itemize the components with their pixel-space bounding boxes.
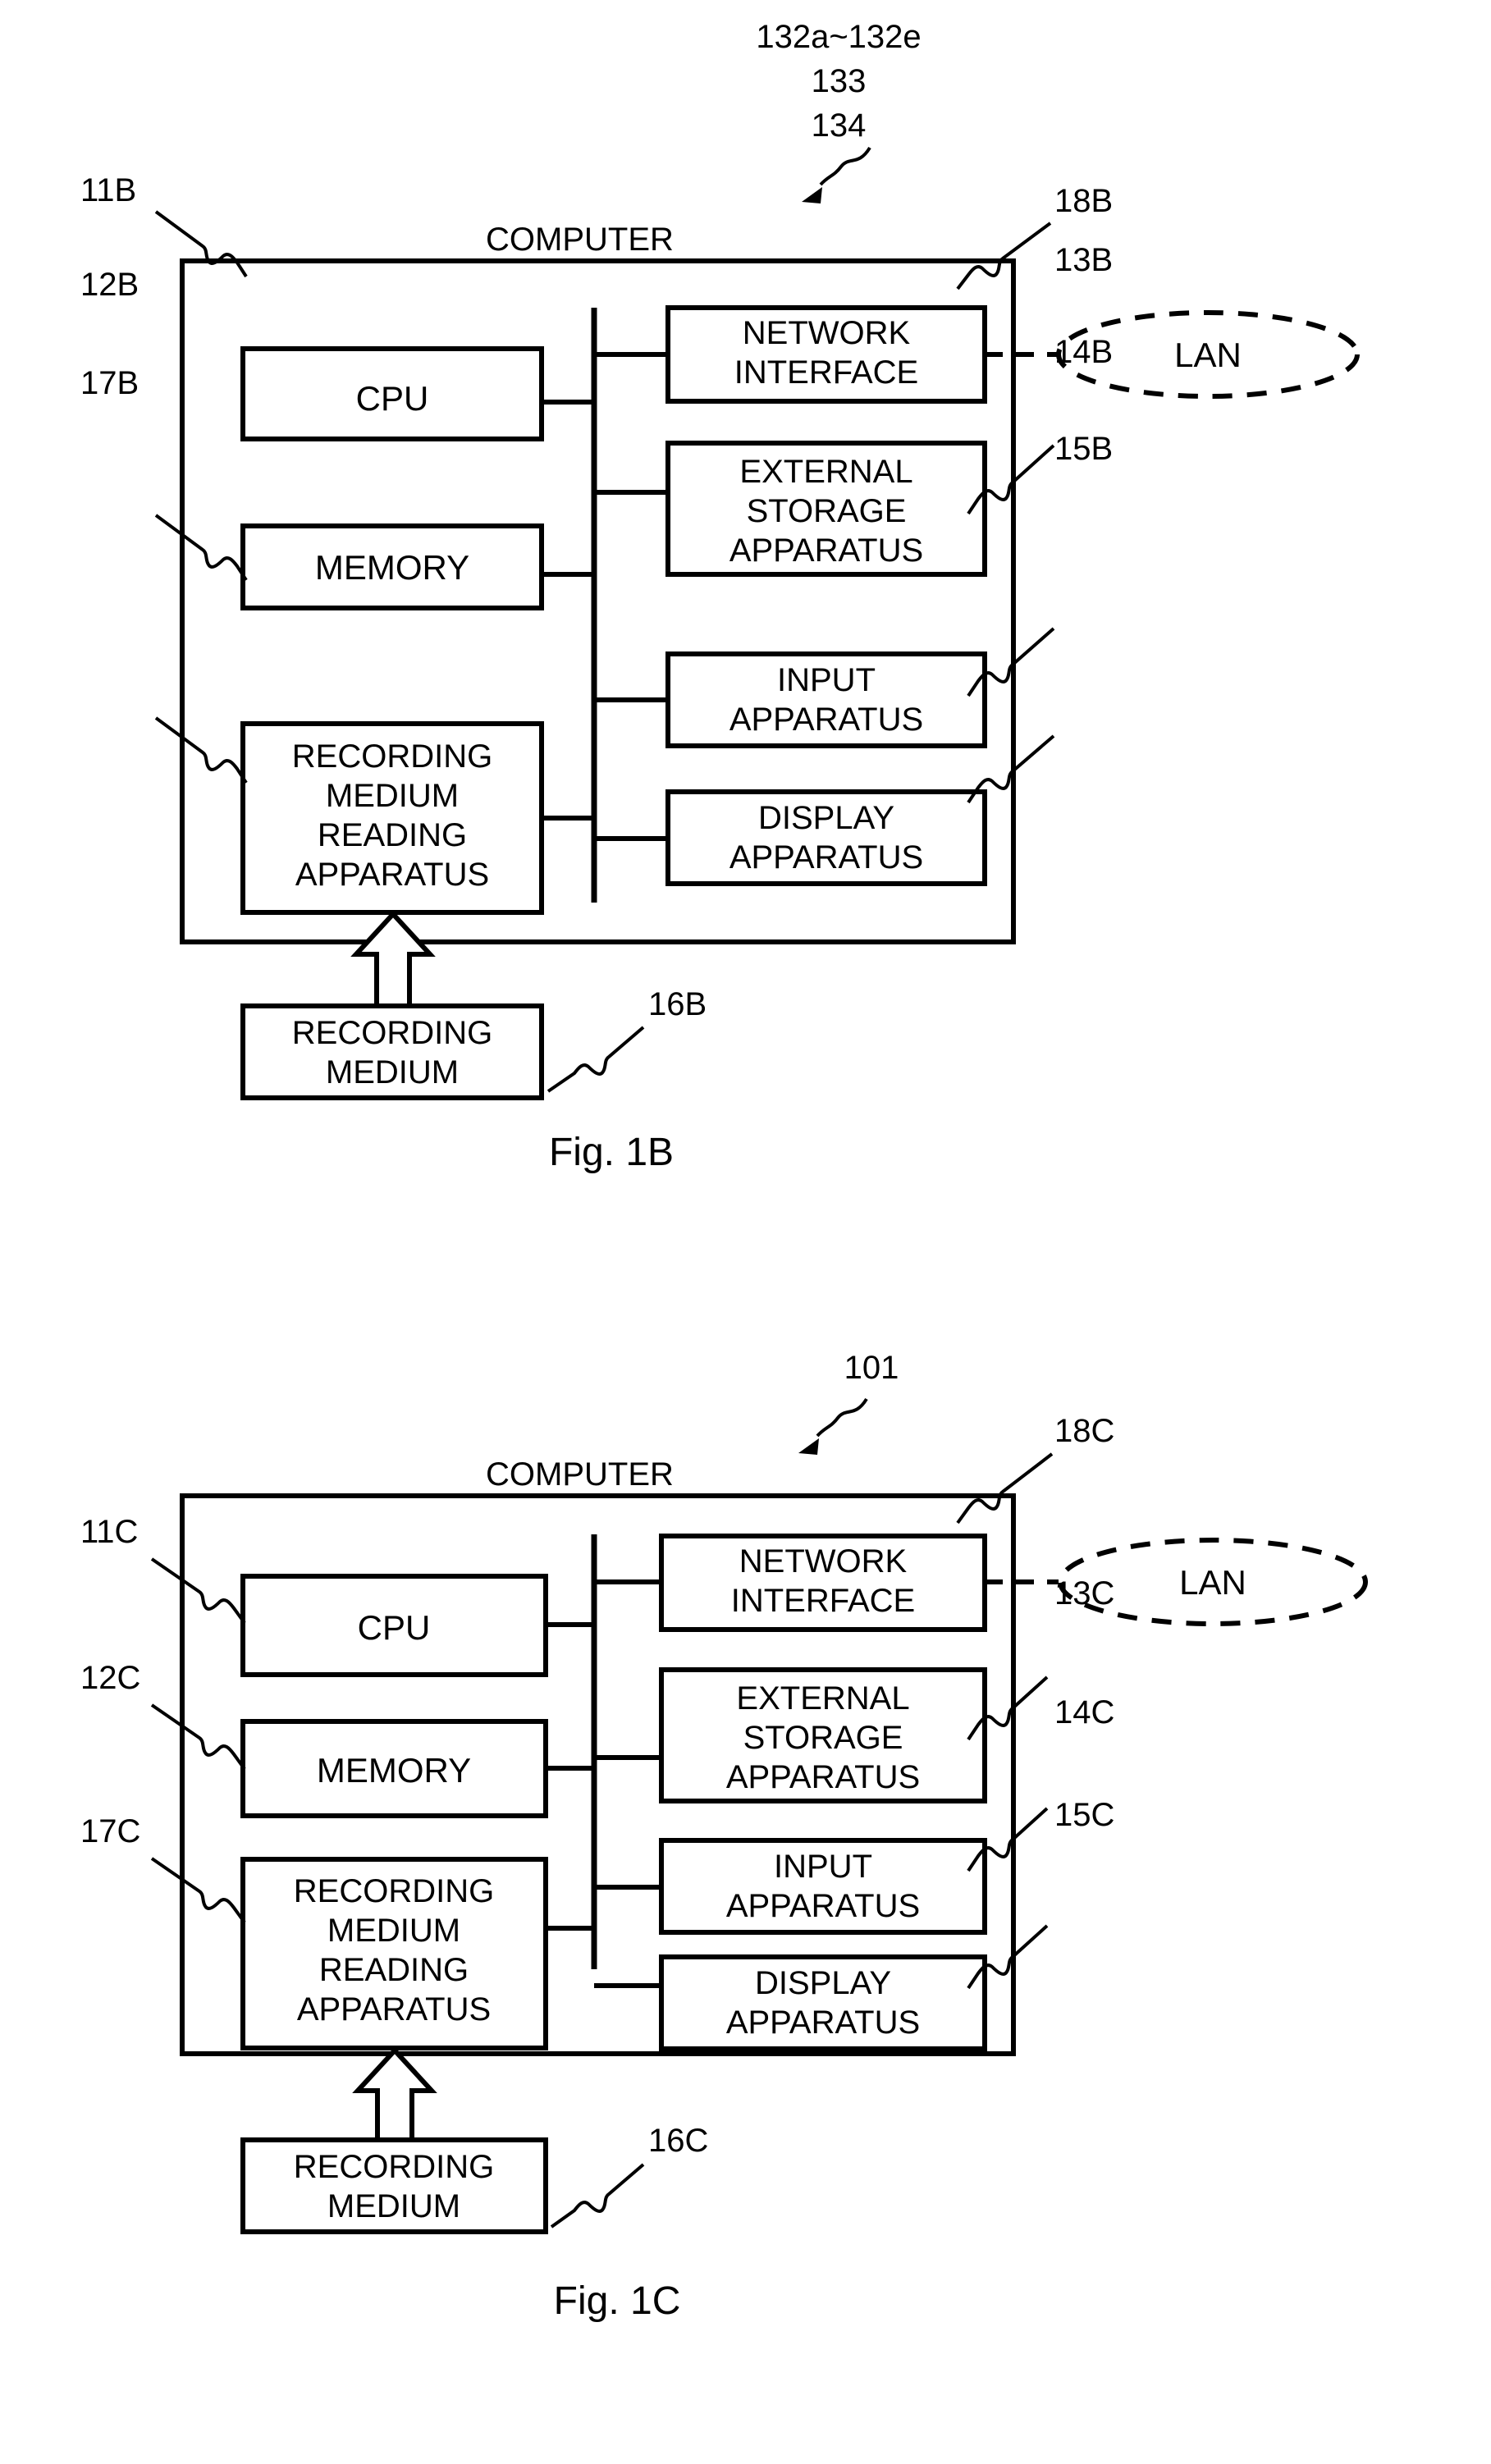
block-input-apparatus-1b: INPUT APPARATUS — [665, 651, 987, 748]
netif-line2-1c: INTERFACE — [731, 1583, 915, 1619]
storage-line2-1b: STORAGE — [747, 493, 907, 529]
lan-label-1b: LAN — [1174, 336, 1242, 374]
ref-label-18b: 18B — [1054, 183, 1113, 219]
block-label-cpu-1c: CPU — [358, 1608, 431, 1647]
figure-caption-1c: Fig. 1C — [554, 2279, 681, 2323]
callout-101: 101 — [844, 1350, 899, 1386]
reader-line1-1c: RECORDING — [294, 1873, 494, 1909]
block-cpu-1c: CPU — [240, 1574, 548, 1677]
block-network-interface-1c: NETWORK INTERFACE — [659, 1534, 987, 1632]
medium-line2-1c: MEDIUM — [327, 2188, 460, 2224]
block-external-storage-apparatus-1c: EXTERNAL STORAGE APPARATUS — [659, 1667, 987, 1803]
block-recording-medium-1b: RECORDING MEDIUM — [240, 1003, 544, 1100]
reader-line4-1c: APPARATUS — [297, 1991, 491, 2027]
reader-line3-1b: READING — [318, 817, 467, 853]
ref-label-13b: 13B — [1054, 242, 1113, 278]
storage-line1-1b: EXTERNAL — [739, 454, 912, 490]
display-line2-1b: APPARATUS — [729, 839, 923, 875]
figure-caption-1b: Fig. 1B — [549, 1131, 674, 1174]
ref-label-14b: 14B — [1054, 334, 1113, 370]
storage-line2-1c: STORAGE — [743, 1720, 903, 1756]
ref-label-13c: 13C — [1054, 1575, 1114, 1611]
ref-label-15b: 15B — [1054, 431, 1113, 467]
block-label-memory-1c: MEMORY — [317, 1751, 471, 1790]
block-external-storage-apparatus-1b: EXTERNAL STORAGE APPARATUS — [665, 441, 987, 577]
block-label-memory-1b: MEMORY — [315, 548, 469, 587]
medium-line1-1c: RECORDING — [294, 2149, 494, 2185]
ref-label-14c: 14C — [1054, 1694, 1114, 1730]
enclosure-label-computer-1c: COMPUTER — [486, 1456, 674, 1493]
netif-line1-1b: NETWORK — [743, 315, 911, 351]
reader-line2-1b: MEDIUM — [326, 778, 459, 814]
display-line2-1c: APPARATUS — [726, 2005, 920, 2041]
block-display-apparatus-1b: DISPLAY APPARATUS — [665, 789, 987, 886]
storage-line3-1b: APPARATUS — [729, 533, 923, 569]
block-label-cpu-1b: CPU — [356, 379, 429, 418]
input-line1-1c: INPUT — [774, 1849, 872, 1885]
block-cpu-1b: CPU — [240, 346, 544, 441]
block-network-interface-1b: NETWORK INTERFACE — [665, 305, 987, 404]
input-line2-1b: APPARATUS — [729, 702, 923, 738]
medium-line1-1b: RECORDING — [292, 1015, 492, 1051]
callout-132a-132e: 132a~132e — [756, 19, 921, 55]
reader-line1-1b: RECORDING — [292, 738, 492, 775]
medium-line2-1b: MEDIUM — [326, 1054, 459, 1090]
callout-134: 134 — [812, 107, 867, 144]
ref-label-12c: 12C — [80, 1660, 140, 1696]
ref-label-15c: 15C — [1054, 1797, 1114, 1833]
block-display-apparatus-1c: DISPLAY APPARATUS — [659, 1954, 987, 2051]
reader-line2-1c: MEDIUM — [327, 1913, 460, 1949]
netif-line2-1b: INTERFACE — [734, 354, 918, 391]
ref-label-17b: 17B — [80, 365, 139, 401]
block-recording-medium-1c: RECORDING MEDIUM — [240, 2137, 548, 2234]
ref-label-16c: 16C — [648, 2123, 708, 2159]
enclosure-label-computer-1b: COMPUTER — [486, 222, 674, 258]
block-input-apparatus-1c: INPUT APPARATUS — [659, 1838, 987, 1935]
display-line1-1b: DISPLAY — [758, 800, 894, 836]
reader-line3-1c: READING — [319, 1952, 469, 1988]
ref-label-11c: 11C — [80, 1514, 138, 1550]
ref-label-11b: 11B — [80, 172, 136, 208]
ref-label-12b: 12B — [80, 267, 139, 303]
reader-line4-1b: APPARATUS — [295, 857, 489, 893]
input-line1-1b: INPUT — [777, 662, 876, 698]
input-line2-1c: APPARATUS — [726, 1888, 920, 1924]
block-recording-medium-reading-apparatus-1b: RECORDING MEDIUM READING APPARATUS — [240, 721, 544, 915]
netif-line1-1c: NETWORK — [739, 1543, 908, 1579]
block-memory-1c: MEMORY — [240, 1719, 548, 1818]
storage-line3-1c: APPARATUS — [726, 1759, 920, 1795]
block-recording-medium-reading-apparatus-1c: RECORDING MEDIUM READING APPARATUS — [240, 1857, 548, 2050]
ref-label-17c: 17C — [80, 1813, 140, 1849]
block-memory-1b: MEMORY — [240, 523, 544, 610]
lan-label-1c: LAN — [1179, 1563, 1246, 1602]
storage-line1-1c: EXTERNAL — [736, 1680, 909, 1717]
ref-label-16b: 16B — [648, 986, 707, 1022]
callout-133: 133 — [812, 63, 867, 99]
display-line1-1c: DISPLAY — [755, 1965, 891, 2001]
ref-label-18c: 18C — [1054, 1413, 1114, 1449]
patent-figure-sheet: 132a~132e 133 134 COMPUTER CPU 11B MEMOR… — [0, 0, 1491, 2464]
